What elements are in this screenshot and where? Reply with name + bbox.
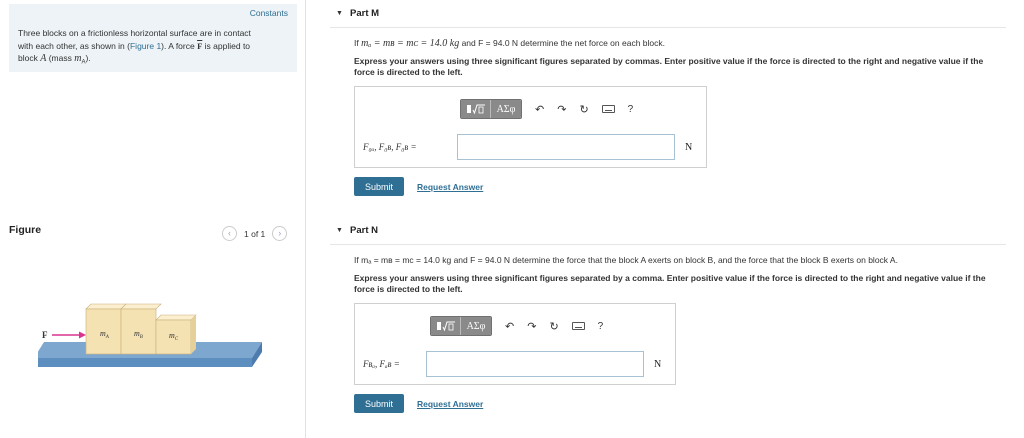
figure-link[interactable]: Figure 1 [130, 41, 161, 51]
problem-line-2: with each other, as shown in (Figure 1).… [18, 40, 251, 51]
part-m-submit-button[interactable]: Submit [354, 177, 404, 196]
redo-icon[interactable]: ↷ [527, 320, 536, 333]
part-m: ▼ Part M If mₐ = mʙ = mᴄ = 14.0 kg and F… [330, 0, 1006, 210]
part-m-question: If mₐ = mʙ = mᴄ = 14.0 kg and F = 94.0 N… [354, 38, 665, 49]
surface-front [38, 358, 252, 367]
math-toolbar: ΑΣφ ↶ ↷ ↻ ? [460, 99, 633, 119]
undo-icon[interactable]: ↶ [535, 103, 544, 116]
part-n-answer-box: ΑΣφ ↶ ↷ ↻ ? Fʙₐ, Fₐʙ = N [354, 303, 676, 385]
force-arrowhead [79, 331, 86, 339]
reset-icon[interactable]: ↻ [549, 320, 558, 333]
part-m-header[interactable]: ▼ Part M [330, 0, 1006, 28]
block-b-top [120, 303, 162, 310]
part-m-unit: N [685, 142, 693, 153]
collapse-caret-icon[interactable]: ▼ [330, 227, 350, 234]
sqrt-template-icon[interactable] [461, 100, 491, 118]
force-vector-symbol: F [197, 40, 203, 51]
help-icon[interactable]: ? [598, 321, 604, 332]
part-m-title: Part M [350, 8, 380, 19]
keyboard-icon[interactable] [571, 322, 585, 330]
template-buttons: ΑΣφ [460, 99, 522, 119]
template-buttons: ΑΣφ [430, 316, 492, 336]
problem-line-3: block A (mass mA). [18, 53, 91, 66]
greek-symbols-button[interactable]: ΑΣφ [491, 100, 521, 118]
problem-line-1: Three blocks on a frictionless horizonta… [18, 28, 251, 38]
pager-label: 1 of 1 [244, 228, 266, 239]
block-c-top [155, 314, 197, 321]
part-n-header[interactable]: ▼ Part N [330, 217, 1006, 245]
collapse-caret-icon[interactable]: ▼ [330, 10, 350, 17]
math-toolbar: ΑΣφ ↶ ↷ ↻ ? [430, 316, 603, 336]
redo-icon[interactable]: ↷ [557, 103, 566, 116]
help-icon[interactable]: ? [628, 104, 634, 115]
block-c-side [191, 315, 196, 354]
part-m-answer-box: ΑΣφ ↶ ↷ ↻ ? F₀ₐ, F₀ʙ, F₀ʙ = N [354, 86, 707, 168]
part-n-instructions: Express your answers using three signifi… [354, 273, 986, 294]
problem-statement: Three blocks on a frictionless horizonta… [18, 27, 290, 69]
problem-panel: Constants Three blocks on a frictionless… [0, 0, 306, 438]
part-n-answer-input[interactable] [426, 351, 644, 377]
figure-title: Figure [9, 224, 42, 236]
part-n-request-answer-link[interactable]: Request Answer [417, 399, 483, 409]
figure-pager: ‹ 1 of 1 › [222, 226, 288, 241]
undo-icon[interactable]: ↶ [505, 320, 514, 333]
blocks-figure: mA mB mC F [38, 303, 262, 367]
part-m-request-answer-link[interactable]: Request Answer [417, 182, 483, 192]
part-n-question: If mₐ = mʙ = mᴄ = 14.0 kg and F = 94.0 N… [354, 255, 898, 265]
next-figure-button[interactable]: › [272, 226, 288, 241]
keyboard-icon[interactable] [601, 105, 615, 113]
block-a-top [85, 303, 127, 310]
problem-statement-box: Constants Three blocks on a frictionless… [9, 4, 297, 72]
reset-icon[interactable]: ↻ [579, 103, 588, 116]
prev-figure-button[interactable]: ‹ [222, 226, 237, 241]
sqrt-template-icon[interactable] [431, 317, 461, 335]
greek-symbols-button[interactable]: ΑΣφ [461, 317, 491, 335]
constants-link[interactable]: Constants [250, 8, 288, 18]
part-n-submit-button[interactable]: Submit [354, 394, 404, 413]
part-m-answer-input[interactable] [457, 134, 675, 160]
part-n-answer-label: Fʙₐ, Fₐʙ = [363, 359, 400, 369]
part-m-instructions: Express your answers using three signifi… [354, 56, 984, 77]
part-m-answer-label: F₀ₐ, F₀ʙ, F₀ʙ = [363, 142, 417, 152]
force-label: F [42, 330, 48, 340]
part-n-unit: N [654, 359, 662, 370]
part-n: ▼ Part N If mₐ = mʙ = mᴄ = 14.0 kg and F… [330, 217, 1006, 438]
part-n-title: Part N [350, 225, 378, 236]
